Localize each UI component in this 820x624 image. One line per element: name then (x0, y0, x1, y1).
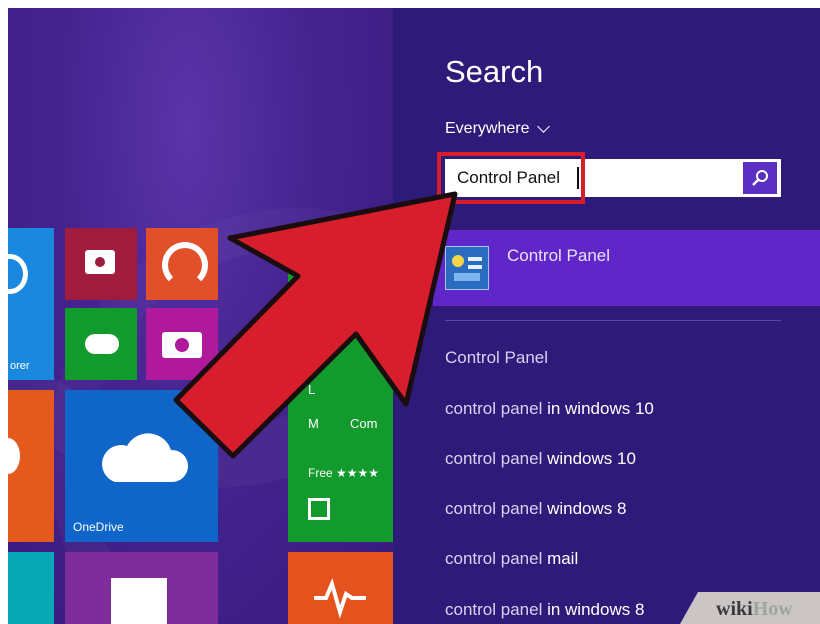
wikihow-watermark: wikiHow (680, 592, 820, 624)
svg-text:wikiHow: wikiHow (716, 598, 793, 620)
watermark-wiki: wiki (716, 598, 753, 620)
watermark-how: How (753, 598, 794, 620)
annotation-arrow-icon (173, 191, 458, 459)
screenshot-frame: orer OneDrive L M Com Free ★★★★ Search E… (8, 8, 820, 624)
